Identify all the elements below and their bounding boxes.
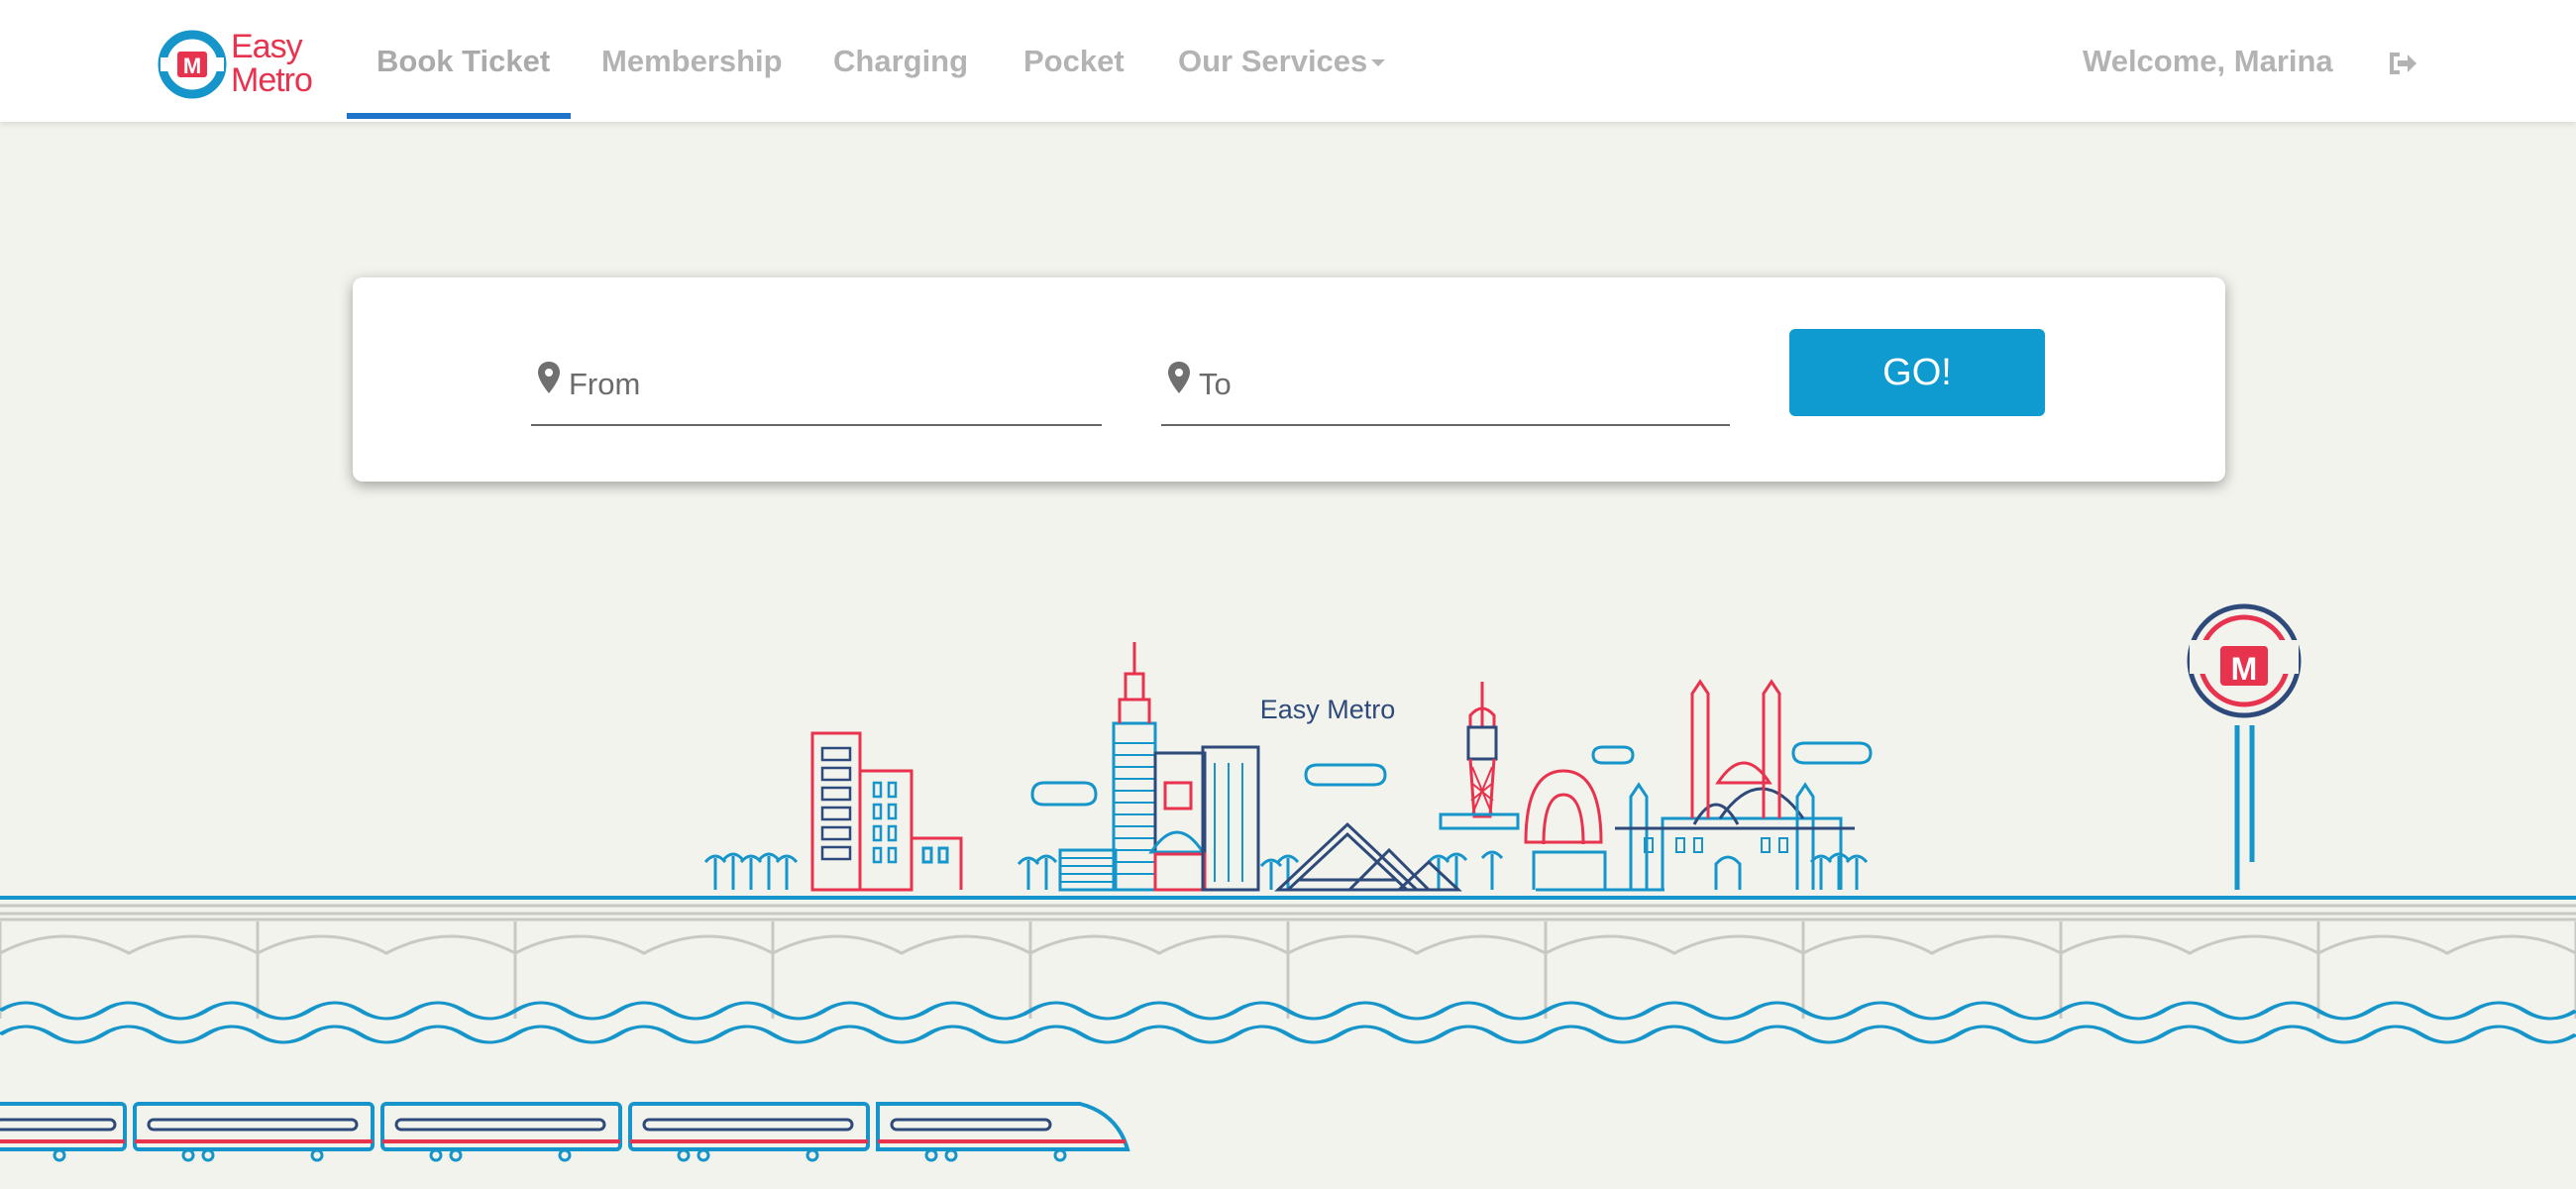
nav-membership[interactable]: Membership	[601, 44, 783, 83]
sphinx	[1524, 769, 1664, 892]
easy-metro-logo[interactable]: M Easy Metro	[156, 26, 324, 105]
illustration-caption: Easy Metro	[1260, 695, 1396, 724]
go-button[interactable]: GO!	[1789, 329, 2045, 416]
map-marker-icon	[1168, 362, 1190, 393]
caret-down-icon	[1371, 59, 1386, 67]
logo-line-1: Easy	[231, 28, 303, 65]
to-input[interactable]	[1197, 359, 1716, 410]
skyline-center-towers	[1058, 642, 1260, 892]
metro-logo-icon: M	[158, 30, 227, 99]
nile-waves	[0, 1001, 2576, 1044]
svg-text:M: M	[183, 54, 201, 78]
nav-charging[interactable]: Charging	[833, 44, 968, 83]
cairo-tower	[1439, 682, 1520, 830]
metro-train	[0, 1102, 1130, 1162]
nav-pocket[interactable]: Pocket	[1023, 44, 1125, 83]
skyline-left-buildings	[810, 731, 963, 892]
from-field[interactable]	[531, 355, 1102, 426]
nav-active-indicator	[347, 113, 571, 119]
metro-station-sign: M	[2187, 603, 2302, 890]
logo-line-2: Metro	[231, 61, 313, 99]
pyramids	[1274, 821, 1462, 892]
svg-text:M: M	[2231, 651, 2258, 687]
top-navbar: M Easy Metro Book Ticket Membership Char…	[0, 0, 2576, 122]
nav-our-services-label: Our Services	[1178, 44, 1368, 78]
cairo-metro-illustration: Easy Metro M	[0, 603, 2576, 1162]
logo-text: Easy Metro	[231, 28, 313, 99]
sign-out-icon[interactable]	[2388, 50, 2417, 82]
welcome-user: Welcome, Marina	[2083, 44, 2333, 78]
to-field[interactable]	[1161, 355, 1730, 426]
mosque	[1615, 679, 1855, 890]
map-marker-icon	[538, 362, 560, 393]
nav-our-services[interactable]: Our Services	[1178, 44, 1386, 83]
search-card: GO!	[353, 277, 2225, 482]
from-input[interactable]	[567, 359, 1086, 410]
nav-book-ticket[interactable]: Book Ticket	[376, 44, 550, 83]
